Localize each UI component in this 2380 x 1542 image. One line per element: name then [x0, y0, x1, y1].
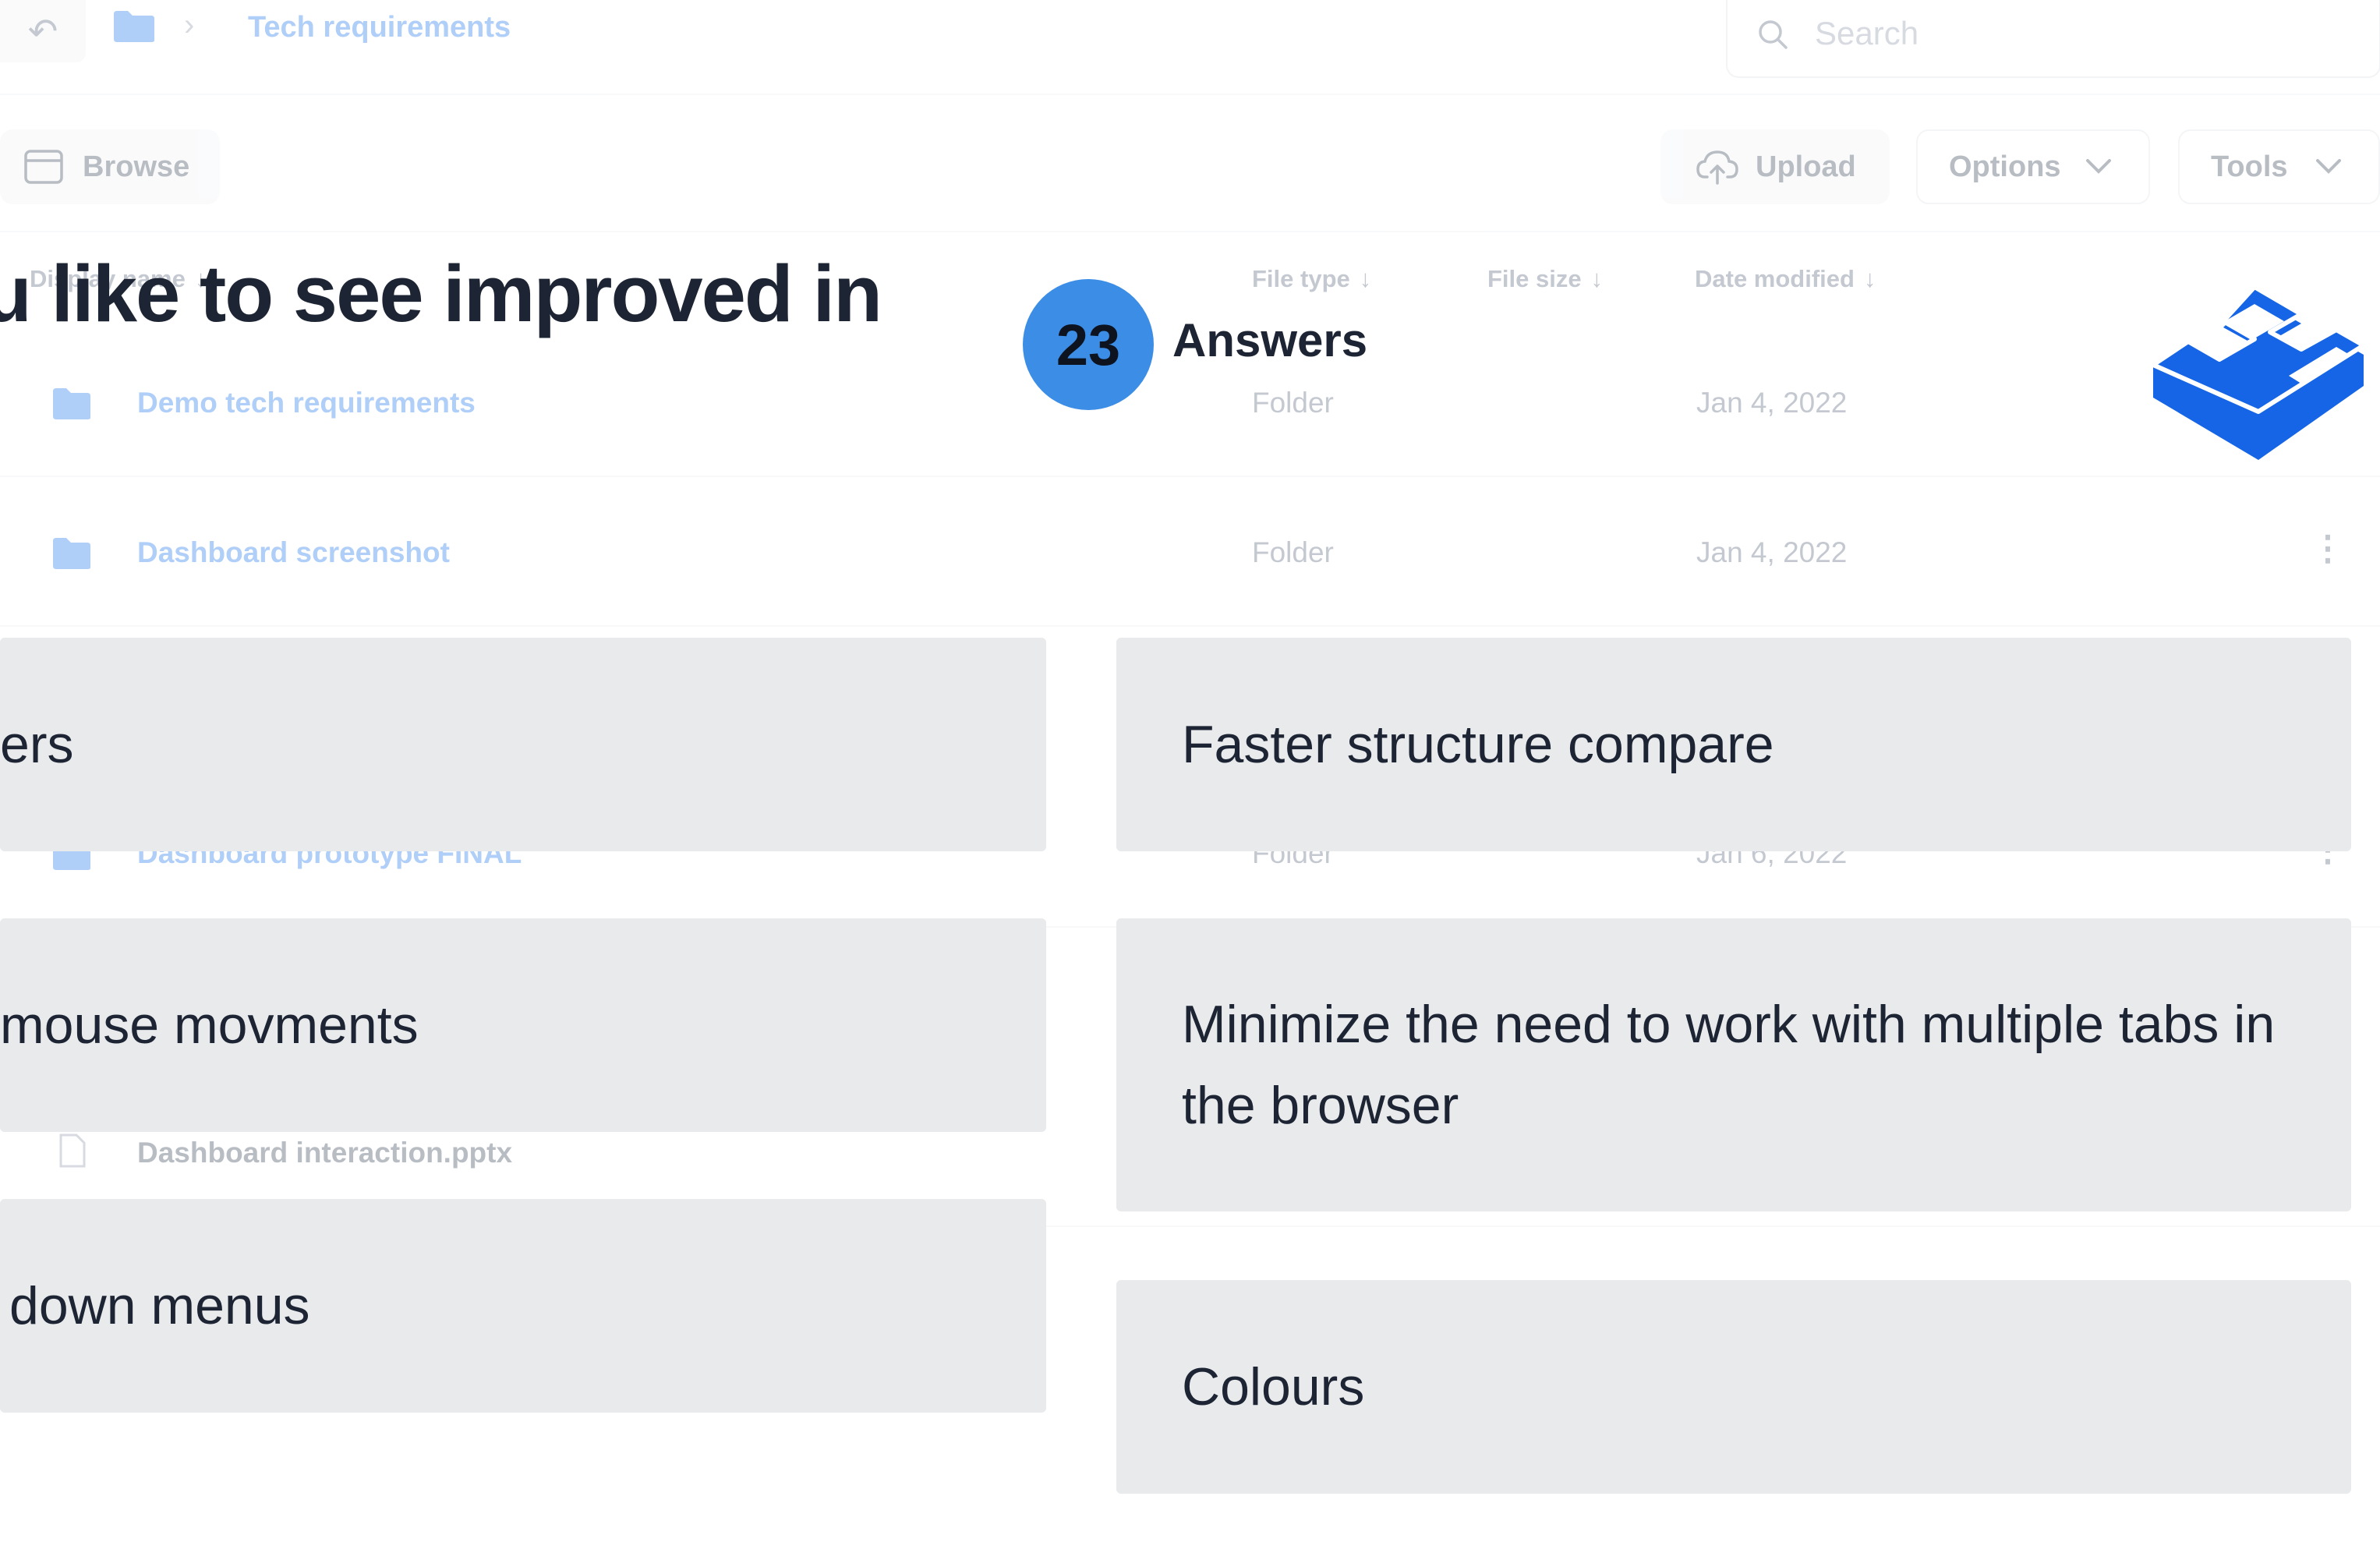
- row-date: Jan 4, 2022: [1696, 536, 1848, 568]
- answer-text: down menus: [9, 1276, 310, 1335]
- top-bar: ↶ › Tech requirements: [0, 0, 2380, 95]
- answer-card: Colours: [1116, 1280, 2351, 1494]
- browse-icon: [24, 150, 63, 184]
- brand-logo: [2151, 285, 2366, 460]
- tools-label: Tools: [2211, 150, 2288, 183]
- upload-label: Upload: [1756, 150, 1856, 183]
- column-header-date-modified[interactable]: Date modified ↓: [1695, 265, 1876, 293]
- chevron-down-icon: [2315, 159, 2341, 174]
- column-header-file-type[interactable]: File type ↓: [1252, 265, 1371, 293]
- answer-card: mouse movments: [0, 918, 1046, 1132]
- answer-card: Faster structure compare: [1116, 638, 2351, 851]
- answer-text: Minimize the need to work with multiple …: [1182, 995, 2276, 1135]
- answer-count-badge: 23: [1023, 279, 1154, 410]
- arrow-down-icon: ↓: [1359, 265, 1372, 292]
- answer-text: Colours: [1182, 1357, 1365, 1416]
- options-dropdown[interactable]: Options: [1916, 129, 2150, 204]
- options-label: Options: [1949, 150, 2061, 183]
- browse-button[interactable]: Browse: [0, 129, 220, 204]
- file-icon: [59, 1134, 86, 1168]
- search-box[interactable]: [1726, 0, 2380, 78]
- row-type: Folder: [1252, 387, 1334, 419]
- row-name[interactable]: Demo tech requirements: [137, 387, 476, 419]
- arrow-down-icon: ↓: [1863, 265, 1876, 292]
- browse-label: Browse: [83, 150, 190, 183]
- answer-card: down menus: [0, 1199, 1046, 1413]
- undo-icon: ↶: [27, 11, 58, 51]
- search-icon: [1759, 20, 1788, 49]
- breadcrumb-title[interactable]: Tech requirements: [248, 11, 511, 44]
- answer-text: mouse movments: [0, 996, 419, 1055]
- arrow-down-icon: ↓: [1590, 265, 1604, 292]
- chevron-down-icon: [2085, 159, 2111, 174]
- chevron-right-icon: ›: [184, 8, 195, 42]
- answer-text: ers: [0, 715, 74, 774]
- toolbar: Browse Upload Options Tools: [0, 122, 2380, 232]
- folder-icon: [53, 538, 90, 569]
- folder-icon: [114, 11, 154, 42]
- answer-text: Faster structure compare: [1182, 715, 1774, 774]
- row-date: Jan 4, 2022: [1696, 387, 1848, 419]
- table-row[interactable]: Dashboard screenshot Folder Jan 4, 2022 …: [0, 477, 2380, 627]
- back-button[interactable]: ↶: [0, 0, 86, 62]
- column-header-file-size[interactable]: File size ↓: [1487, 265, 1603, 293]
- poll-question: u like to see improved in: [0, 249, 882, 338]
- search-input[interactable]: [1813, 14, 2284, 53]
- answer-card: ers: [0, 638, 1046, 851]
- row-type: Folder: [1252, 536, 1334, 568]
- upload-button[interactable]: Upload: [1660, 129, 1890, 204]
- cloud-upload-icon: [1696, 150, 1738, 185]
- folder-icon: [53, 388, 90, 419]
- answer-count-label: Answers: [1172, 314, 1368, 366]
- row-name[interactable]: Dashboard interaction.pptx: [137, 1137, 512, 1169]
- row-name[interactable]: Dashboard screenshot: [137, 536, 450, 569]
- tools-dropdown[interactable]: Tools: [2178, 129, 2380, 204]
- more-vertical-icon[interactable]: ⋮: [2311, 529, 2345, 568]
- answer-card: Minimize the need to work with multiple …: [1116, 918, 2351, 1211]
